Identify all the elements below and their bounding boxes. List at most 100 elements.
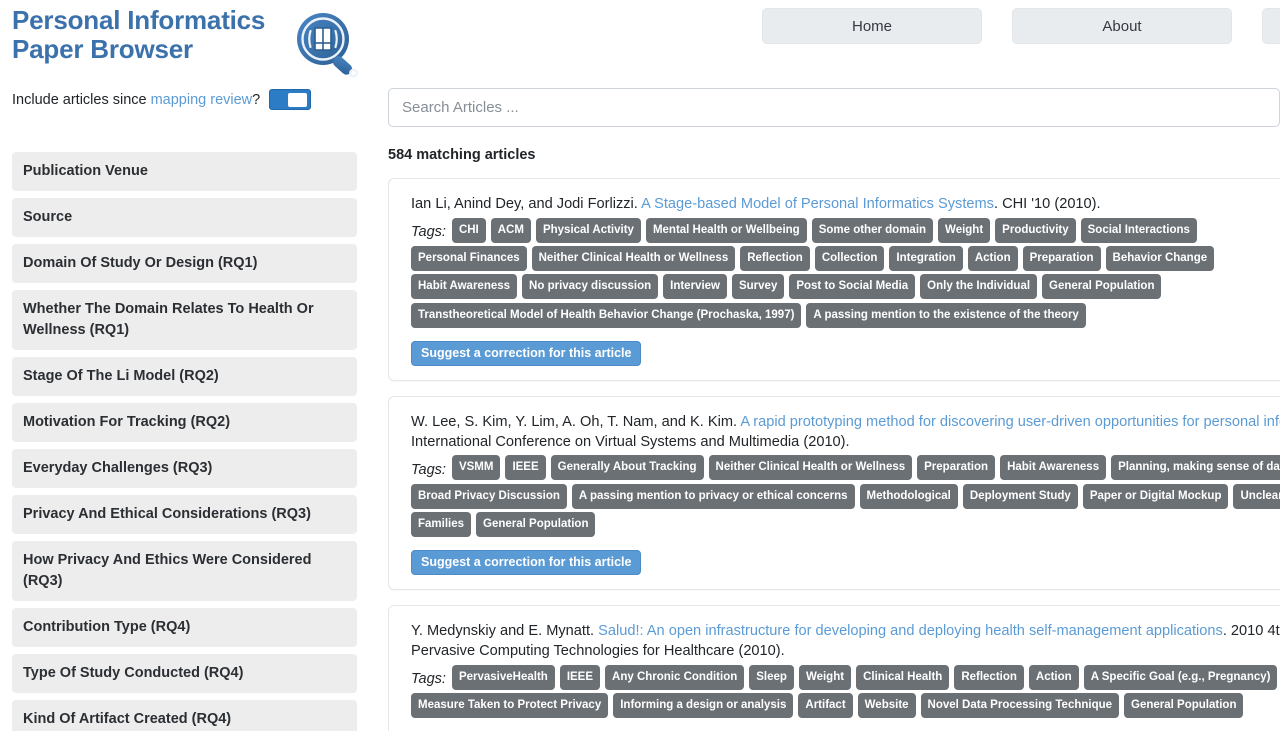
tag[interactable]: A Specific Goal (e.g., Pregnancy) [1083, 664, 1278, 690]
tag[interactable]: ACM [490, 217, 531, 243]
nav-item-third[interactable] [1262, 8, 1280, 44]
tag[interactable]: Broad Privacy Discussion [411, 483, 567, 509]
tag[interactable]: Habit Awareness [411, 274, 518, 300]
brand: Personal Informatics Paper Browser [12, 6, 292, 63]
article-title-link[interactable]: A rapid prototyping method for discoveri… [740, 414, 1280, 430]
tag[interactable]: VSMM [451, 455, 501, 481]
tag[interactable]: Personal Finances [411, 245, 527, 272]
tag[interactable]: General Population [476, 511, 596, 537]
tag[interactable]: Survey [731, 274, 785, 300]
tag[interactable]: Unclear [1233, 483, 1280, 509]
tag[interactable]: Transtheoretical Model of Health Behavio… [411, 302, 802, 328]
suggest-correction-button[interactable]: Suggest a correction for this article [411, 550, 642, 576]
article-title-link[interactable]: A Stage-based Model of Personal Informat… [641, 196, 994, 212]
tag[interactable]: Interview [663, 274, 727, 300]
facet-privacy-and-ethical-considerations[interactable]: Privacy And Ethical Considerations (RQ3) [12, 495, 357, 535]
facet-contribution-type[interactable]: Contribution Type (RQ4) [12, 608, 357, 648]
tag[interactable]: Some other domain [811, 217, 934, 243]
tag[interactable]: Preparation [917, 455, 996, 481]
tag[interactable]: Weight [938, 217, 991, 243]
article-authors: Y. Medynskiy and E. Mynatt. [411, 623, 595, 640]
tag[interactable]: Preparation [1022, 245, 1101, 272]
tag[interactable]: Any Chronic Condition [605, 664, 745, 690]
mapping-review-link[interactable]: mapping review [151, 92, 253, 108]
tag[interactable]: Planning, making sense of data [1111, 455, 1280, 481]
facet-stage-of-li-model[interactable]: Stage Of The Li Model (RQ2) [12, 357, 357, 397]
tag[interactable]: Post to Social Media [789, 274, 916, 300]
tag[interactable]: Generally About Tracking [550, 455, 704, 481]
facet-how-privacy-and-ethics-considered[interactable]: How Privacy And Ethics Were Considered (… [12, 541, 357, 602]
tag[interactable]: Sleep [749, 664, 794, 690]
tag[interactable]: General Population [1042, 274, 1162, 300]
facet-domain-of-study-or-design[interactable]: Domain Of Study Or Design (RQ1) [12, 244, 357, 284]
facet-type-of-study-conducted[interactable]: Type Of Study Conducted (RQ4) [12, 654, 357, 694]
tag[interactable]: Families [411, 511, 472, 537]
nav-item-home-label: Home [851, 17, 892, 35]
include-since-toggle[interactable] [269, 89, 312, 110]
tag[interactable]: PervasiveHealth [451, 664, 555, 690]
article-venue: . CHI '10 (2010). [993, 196, 1101, 212]
tag[interactable]: Novel Data Processing Technique [920, 692, 1120, 718]
tag[interactable]: Informing a design or analysis [613, 692, 794, 718]
tag[interactable]: Measure Taken to Protect Privacy [411, 692, 609, 718]
page-root: Personal Informatics Paper Browser Home … [0, 0, 1280, 731]
top-bar: Personal Informatics Paper Browser Home … [0, 0, 1280, 88]
toggle-knob [288, 93, 308, 107]
tag[interactable]: Artifact [798, 692, 853, 718]
tags-label: Tags: [411, 461, 446, 478]
tag[interactable]: A passing mention to the existence of th… [806, 302, 1086, 328]
tag[interactable]: A passing mention to privacy or ethical … [571, 483, 855, 509]
tag[interactable]: Action [1028, 664, 1079, 690]
tag[interactable]: CHI [451, 217, 486, 243]
tag[interactable]: Neither Clinical Health or Wellness [708, 455, 913, 481]
article-venue-line2: International Conference on Virtual Syst… [411, 433, 850, 450]
nav-item-about-label: About [1102, 17, 1142, 35]
tag[interactable]: Productivity [995, 217, 1076, 243]
tag[interactable]: General Population [1124, 692, 1244, 718]
tag[interactable]: Reflection [954, 664, 1024, 690]
article-card: Y. Medynskiy and E. Mynatt. Salud!: An o… [388, 605, 1280, 731]
tag[interactable]: Behavior Change [1105, 245, 1215, 272]
tag[interactable]: Paper or Digital Mockup [1082, 483, 1229, 509]
facet-motivation-for-tracking[interactable]: Motivation For Tracking (RQ2) [12, 403, 357, 443]
tag[interactable]: IEEE [505, 455, 546, 481]
article-venue: . 2010 4th International Conference on [1222, 623, 1280, 640]
facet-publication-venue[interactable]: Publication Venue [12, 152, 357, 192]
suggest-correction-button[interactable]: Suggest a correction for this article [411, 340, 642, 366]
article-citation: Y. Medynskiy and E. Mynatt. Salud!: An o… [411, 622, 1280, 642]
article-card: W. Lee, S. Kim, Y. Lim, A. Oh, T. Nam, a… [388, 395, 1280, 591]
tag[interactable]: Reflection [740, 245, 810, 272]
main-nav: Home About [762, 8, 1280, 44]
facet-source[interactable]: Source [12, 198, 357, 238]
tag[interactable]: Mental Health or Wellbeing [645, 217, 807, 243]
tag[interactable]: Social Interactions [1080, 217, 1197, 243]
tag[interactable]: Collection [814, 245, 885, 272]
tag[interactable]: IEEE [559, 664, 601, 690]
tag[interactable]: Habit Awareness [1000, 455, 1107, 481]
tag[interactable]: Only the Individual [920, 274, 1038, 300]
tag[interactable]: Physical Activity [535, 217, 641, 243]
article-title-link[interactable]: Salud!: An open infrastructure for devel… [598, 623, 1223, 639]
tag[interactable]: Integration [889, 245, 963, 272]
tag[interactable]: Weight [798, 664, 852, 690]
tag[interactable]: Action [967, 245, 1018, 272]
tag[interactable]: Deployment Study [962, 483, 1078, 509]
tag[interactable]: Methodological [859, 483, 958, 509]
tag[interactable]: Neither Clinical Health or Wellness [531, 245, 736, 272]
article-venue-line2: Pervasive Computing Technologies for Hea… [411, 642, 785, 659]
facet-everyday-challenges[interactable]: Everyday Challenges (RQ3) [12, 449, 357, 489]
results-count: 584 matching articles [388, 147, 536, 163]
tag[interactable]: Website [857, 692, 916, 718]
tag[interactable]: No privacy discussion [522, 274, 659, 300]
article-tags: Tags: VSMM IEEE Generally About Tracking Nei… [411, 455, 1280, 540]
facet-sidebar[interactable]: Publication Venue Source Domain Of Study… [12, 152, 357, 731]
nav-item-about[interactable]: About [1012, 8, 1232, 44]
search-input[interactable] [388, 88, 1280, 127]
facet-domain-relates-to-health-or-wellness[interactable]: Whether The Domain Relates To Health Or … [12, 290, 357, 351]
article-citation: W. Lee, S. Kim, Y. Lim, A. Oh, T. Nam, a… [411, 413, 1280, 433]
tag[interactable]: Clinical Health [856, 664, 950, 690]
app-title: Personal Informatics Paper Browser [12, 5, 266, 64]
facet-kind-of-artifact-created[interactable]: Kind Of Artifact Created (RQ4) [12, 700, 357, 731]
nav-item-home[interactable]: Home [762, 8, 982, 44]
article-tags: Tags: CHI ACM Physical Activity Mental Healt… [411, 217, 1280, 331]
